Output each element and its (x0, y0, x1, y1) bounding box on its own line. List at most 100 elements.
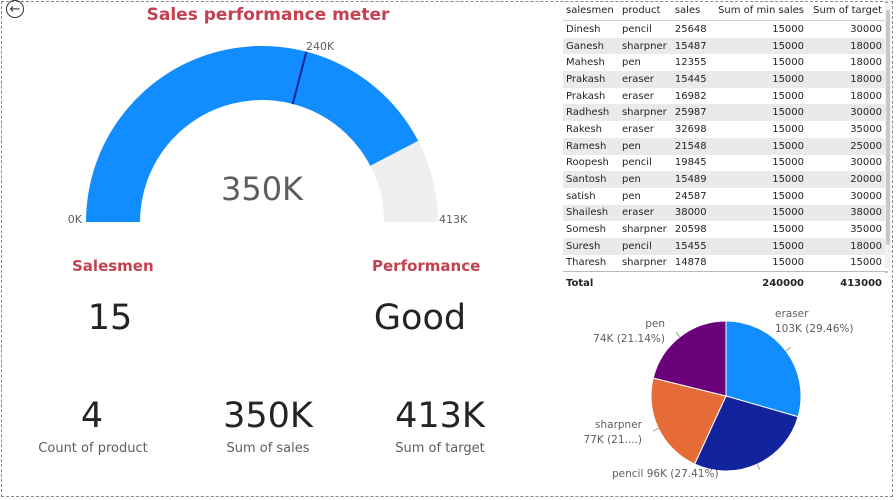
table-cell: Prakash (566, 90, 606, 102)
table-cell: 18000 (850, 57, 882, 69)
table-row[interactable]: Somesh sharpner 20598 15000 35000 (563, 221, 885, 238)
table-header-row: salesmen product sales Sum of min sales … (563, 0, 885, 21)
table-cell: 20598 (674, 224, 707, 236)
scroll-up-icon[interactable]: ⌃ (883, 0, 890, 9)
pie-label-eraser: eraser (775, 308, 809, 320)
sales-table: salesmen product sales Sum of min sales … (563, 0, 885, 295)
table-scrollbar-thumb[interactable] (886, 10, 890, 245)
table-cell: 25000 (807, 137, 885, 155)
table-cell: 15000 (711, 204, 808, 222)
total-min-sales: 240000 (711, 271, 808, 295)
table-cell: Somesh (566, 224, 606, 236)
table-row[interactable]: Ganesh sharpner 15487 15000 18000 (563, 37, 885, 55)
table-cell: pen (621, 57, 641, 69)
table-cell: eraser (621, 90, 654, 102)
sum-target-value: 413K (395, 396, 485, 436)
table-cell: Radhesh (563, 104, 619, 122)
table-cell: 25648 (674, 23, 707, 35)
table-cell: 25987 (671, 104, 712, 122)
pie-label-pencil: pencil 96K (27.41%) (612, 468, 719, 480)
gauge-title: Sales performance meter (146, 5, 390, 25)
table-cell: 15000 (711, 237, 808, 255)
table-cell: 30000 (807, 104, 885, 122)
table-cell: sharpner (621, 224, 667, 236)
table-row[interactable]: Radhesh sharpner 25987 15000 30000 (563, 104, 885, 122)
table-row[interactable]: satish pen 24587 15000 30000 (563, 188, 885, 205)
table-row[interactable]: Suresh pencil 15455 15000 18000 (563, 237, 885, 255)
table-cell: 24587 (674, 190, 707, 202)
table-cell: Shailesh (563, 204, 619, 222)
table-cell: 15487 (671, 37, 712, 55)
table-row[interactable]: Ramesh pen 21548 15000 25000 (563, 137, 885, 155)
table-cell: 20000 (807, 171, 885, 188)
count-product-value: 4 (80, 396, 104, 436)
count-product-label: Count of product (38, 441, 148, 456)
gauge-value: 350K (221, 170, 304, 208)
table-cell: Dinesh (566, 23, 601, 35)
table-cell: 18000 (807, 37, 885, 55)
table-cell: Ramesh (563, 137, 619, 155)
table-row[interactable]: Roopesh pencil 19845 15000 30000 (563, 155, 885, 172)
table-row[interactable]: Santosh pen 15489 15000 20000 (563, 171, 885, 188)
pie-label-sharpner: sharpner (595, 419, 643, 431)
col-header-sales[interactable]: sales (671, 0, 712, 21)
table-cell: 15000 (772, 224, 805, 236)
col-header-min-sales[interactable]: Sum of min sales (711, 0, 808, 21)
pie-leader-line (756, 463, 761, 470)
col-header-salesmen[interactable]: salesmen (563, 0, 619, 21)
table-cell: Rakesh (566, 123, 602, 135)
gauge-target-label: 240K (306, 40, 335, 53)
table-cell: 35000 (850, 224, 882, 236)
table-cell: 18000 (850, 90, 882, 102)
table-cell: 15455 (671, 237, 712, 255)
table-cell: 15000 (772, 90, 805, 102)
table-cell: 15000 (711, 171, 808, 188)
table-cell: satish (566, 190, 596, 202)
col-header-product[interactable]: product (618, 0, 672, 21)
scroll-down-icon[interactable]: ⌄ (883, 266, 890, 275)
table-cell: eraser (621, 123, 654, 135)
pie-leader-line (652, 428, 659, 432)
total-target: 413000 (807, 271, 885, 295)
salesmen-card-value: 15 (87, 298, 133, 338)
table-cell: 15000 (850, 257, 882, 269)
table-row[interactable]: Prakash eraser 15445 15000 18000 (563, 71, 885, 88)
sales-gauge: 350K 0K 413K 240K (68, 40, 468, 226)
pie-value-eraser: 103K (29.46%) (775, 323, 854, 335)
table-cell: pen (618, 137, 672, 155)
performance-card-value: Good (373, 298, 467, 338)
table-cell: 21548 (671, 137, 712, 155)
table-cell: pencil (621, 23, 652, 35)
table-cell: eraser (618, 204, 672, 222)
table-row[interactable]: Prakash eraser 16982 15000 18000 (563, 88, 885, 105)
total-cell (618, 271, 672, 295)
back-arrow-icon[interactable]: ← (6, 0, 24, 18)
table-cell: 15000 (772, 57, 805, 69)
table-cell: 18000 (807, 237, 885, 255)
table-cell: 15000 (711, 37, 808, 55)
table-cell: sharpner (618, 104, 672, 122)
table-cell: 15000 (711, 104, 808, 122)
table-cell: 15000 (711, 137, 808, 155)
table-cell: sharpner (621, 257, 667, 269)
table-cell: 30000 (850, 157, 882, 169)
total-label: Total (563, 271, 619, 295)
table-row[interactable]: Dinesh pencil 25648 15000 30000 (563, 21, 885, 38)
table-cell: Tharesh (566, 257, 607, 269)
table-cell: pencil (618, 237, 672, 255)
table-cell: 15445 (671, 71, 712, 88)
table-row[interactable]: Mahesh pen 12355 15000 18000 (563, 54, 885, 71)
table-row[interactable]: Tharesh sharpner 14878 15000 15000 (563, 255, 885, 272)
table-cell: 38000 (671, 204, 712, 222)
table-row[interactable]: Shailesh eraser 38000 15000 38000 (563, 204, 885, 222)
sum-sales-value: 350K (223, 396, 313, 436)
table-cell: Mahesh (566, 57, 605, 69)
pie-value-sharpner: 77K (21....) (584, 434, 643, 446)
table-cell: eraser (618, 71, 672, 88)
table-row[interactable]: Rakesh eraser 32698 15000 35000 (563, 121, 885, 138)
col-header-target[interactable]: Sum of target (807, 0, 885, 21)
table-cell: Santosh (563, 171, 619, 188)
table-cell: 16982 (674, 90, 707, 102)
pie-leader-line (675, 331, 681, 338)
table-cell: pen (621, 190, 641, 202)
